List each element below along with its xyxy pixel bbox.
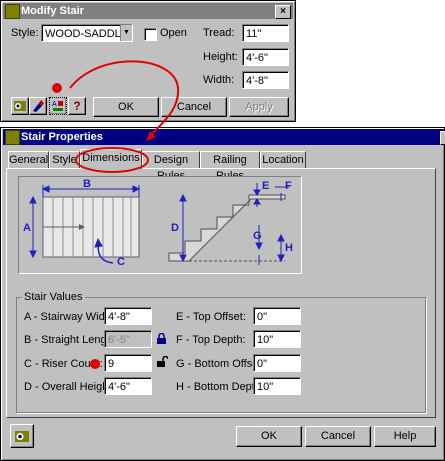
apply-label: Apply: [245, 101, 273, 113]
style-select[interactable]: WOOD-SADDLE ▼: [41, 24, 133, 42]
unlock-icon[interactable]: [156, 355, 169, 371]
cancel-button[interactable]: Cancel: [161, 97, 227, 117]
width-label: Width:: [203, 74, 235, 86]
cancel-button[interactable]: Cancel: [305, 426, 371, 447]
bottom-offset-field[interactable]: 0": [253, 354, 301, 372]
tread-field[interactable]: 11": [242, 24, 289, 42]
bottom-depth-label: H - Bottom Depth:: [176, 381, 265, 393]
ok-label: OK: [118, 101, 134, 113]
help-glyph: ?: [73, 99, 81, 113]
straight-length-field[interactable]: 6'-5": [104, 330, 152, 348]
tab-label: Location: [262, 154, 304, 166]
style-manager-icon[interactable]: A: [49, 97, 67, 115]
diagram-label-f: F: [285, 180, 292, 192]
riser-count-field[interactable]: 9: [104, 354, 152, 372]
height-label: Height:: [203, 51, 238, 63]
bottom-depth-field[interactable]: 10": [253, 377, 301, 395]
top-depth-label: F - Top Depth:: [176, 334, 246, 346]
diagram-label-c: C: [117, 256, 125, 268]
tab-label: Dimensions: [82, 152, 140, 164]
help-button[interactable]: ?: [68, 97, 86, 115]
bottom-offset-label: G - Bottom Offset:: [176, 358, 265, 370]
overall-height-field[interactable]: 4'-6": [104, 377, 152, 395]
diagram-label-g: G: [253, 230, 262, 242]
diagram-label-a: A: [23, 222, 31, 234]
ok-label: OK: [261, 430, 277, 442]
style-select-value: WOOD-SADDLE: [45, 28, 129, 40]
diagram-label-d: D: [171, 222, 179, 234]
close-icon[interactable]: ×: [275, 5, 291, 19]
stair-properties-title: Stair Properties: [21, 131, 103, 143]
top-offset-field[interactable]: 0": [253, 307, 301, 325]
top-depth-field[interactable]: 10": [253, 330, 301, 348]
match-properties-icon[interactable]: [29, 97, 47, 115]
ok-button[interactable]: OK: [93, 97, 159, 117]
stair-app-icon: [5, 130, 20, 145]
stair-diagram: B A C D E F G H: [18, 176, 302, 274]
stair-properties-icon-button[interactable]: [10, 424, 34, 448]
ok-button[interactable]: OK: [236, 426, 302, 447]
style-label: Style:: [11, 27, 39, 39]
tread-label: Tread:: [203, 27, 235, 39]
overall-height-label: D - Overall Height:: [24, 381, 115, 393]
annotation-dot: [90, 359, 100, 369]
chevron-down-icon[interactable]: ▼: [120, 25, 132, 41]
top-offset-label: E - Top Offset:: [176, 311, 246, 323]
open-checkbox[interactable]: [144, 28, 157, 41]
open-label: Open: [160, 27, 187, 39]
tab-location[interactable]: Location: [260, 151, 306, 168]
tab-railing-rules[interactable]: Railing Rules: [200, 151, 260, 182]
cancel-label: Cancel: [320, 430, 356, 442]
lock-icon[interactable]: [156, 332, 167, 348]
tab-label: Style: [52, 154, 77, 166]
width-field[interactable]: 4'-8": [242, 71, 289, 89]
cancel-label: Cancel: [176, 101, 212, 113]
tab-dimensions[interactable]: Dimensions: [80, 149, 142, 169]
tab-style[interactable]: Style: [49, 151, 80, 168]
stairway-width-label: A - Stairway Width:: [24, 311, 117, 323]
diagram-label-e: E: [262, 180, 269, 192]
stair-app-icon: [5, 4, 20, 19]
tab-label: General: [9, 154, 49, 166]
stair-properties-titlebar[interactable]: Stair Properties ×: [3, 129, 445, 145]
apply-button[interactable]: Apply: [229, 97, 289, 117]
help-label: Help: [393, 430, 417, 442]
stair-properties-icon[interactable]: [11, 97, 29, 115]
modify-stair-titlebar[interactable]: Modify Stair ×: [3, 3, 293, 19]
height-field[interactable]: 4'-6": [242, 48, 289, 66]
modify-stair-dialog: Modify Stair × Style: WOOD-SADDLE ▼ Open…: [0, 0, 296, 122]
svg-text:A: A: [52, 101, 57, 108]
modify-stair-title: Modify Stair: [21, 5, 84, 17]
stair-values-title: Stair Values: [22, 291, 85, 303]
tab-general[interactable]: General: [8, 151, 49, 168]
help-button[interactable]: Help: [374, 426, 436, 447]
stairway-width-field[interactable]: 4'-8": [104, 307, 152, 325]
diagram-label-h: H: [285, 242, 293, 254]
close-icon[interactable]: ×: [440, 131, 445, 145]
diagram-label-b: B: [83, 178, 91, 190]
tab-design-rules[interactable]: Design Rules: [142, 151, 200, 182]
